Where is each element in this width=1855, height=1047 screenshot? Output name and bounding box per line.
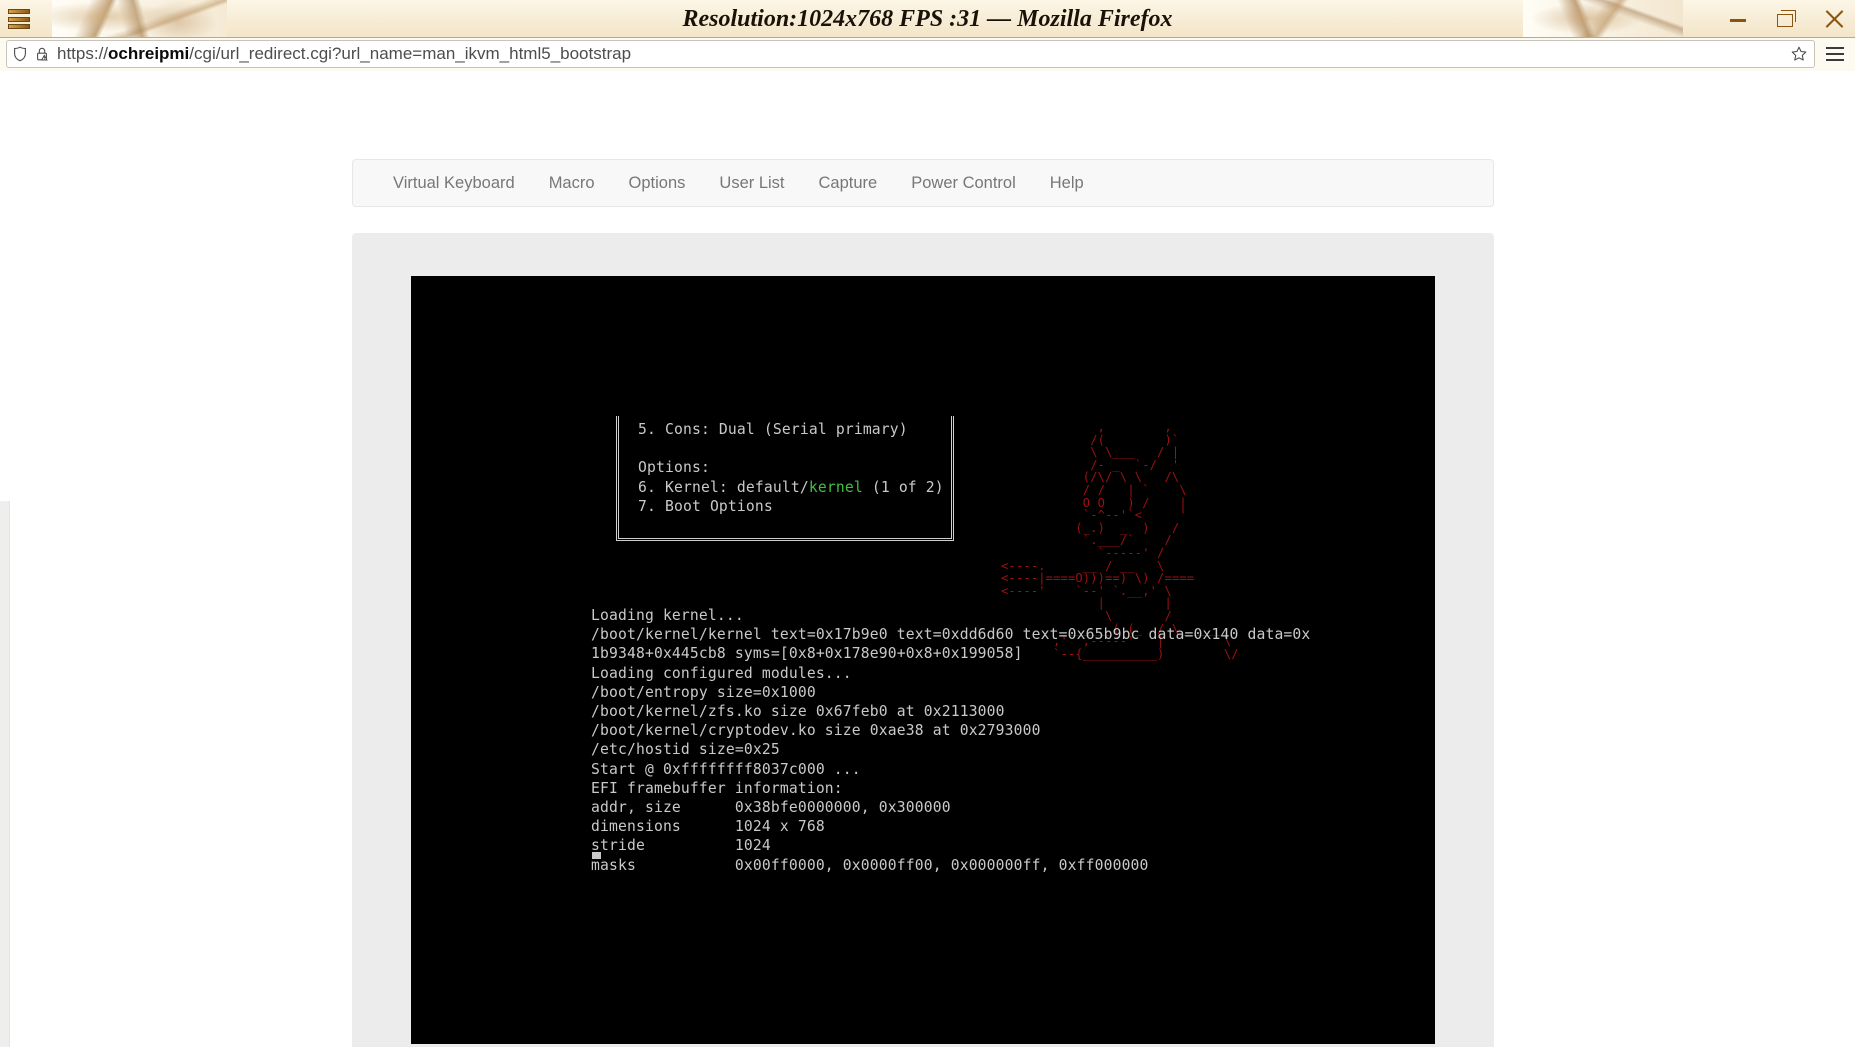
window-menu-icon[interactable]	[8, 9, 30, 29]
nav-help[interactable]: Help	[1033, 160, 1101, 206]
minimize-icon[interactable]	[1727, 8, 1749, 30]
terminal-cursor	[592, 852, 601, 859]
window-controls	[1727, 0, 1845, 38]
nav-user-list[interactable]: User List	[702, 160, 801, 206]
window-title: Resolution:1024x768 FPS :31 — Mozilla Fi…	[682, 6, 1173, 32]
boot-menu-line-options-header: Options:	[638, 459, 710, 477]
page-left-edge-strip	[0, 501, 10, 1047]
menu-item-virtual-keyboard[interactable]: Virtual Keyboard	[353, 160, 532, 206]
bookmark-star-icon[interactable]	[1790, 45, 1808, 63]
application-menu-icon[interactable]	[1821, 40, 1849, 68]
boot-menu-kernel-suffix: (1 of 2)	[862, 478, 944, 496]
ikvm-menu-list: Virtual Keyboard Macro Options User List…	[353, 160, 1101, 206]
menu-bar-3	[1826, 59, 1844, 61]
boot-log-text: Loading kernel... /boot/kernel/kernel te…	[591, 607, 1311, 874]
window-menu-bar-3	[8, 24, 30, 29]
nav-capture[interactable]: Capture	[802, 160, 895, 206]
page-content: Virtual Keyboard Macro Options User List…	[0, 71, 1855, 1047]
freebsd-boot-menu-box: 5. Cons: Dual (Serial primary) Options: …	[616, 416, 954, 541]
menu-item-help[interactable]: Help	[1033, 160, 1101, 206]
menu-item-options[interactable]: Options	[612, 160, 703, 206]
boot-menu-line-cons: 5. Cons: Dual (Serial primary)	[638, 421, 908, 438]
menu-bar-1	[1826, 47, 1844, 49]
url-text[interactable]: https://ochreipmi/cgi/url_redirect.cgi?u…	[57, 44, 1782, 64]
menu-item-user-list[interactable]: User List	[702, 160, 801, 206]
boot-menu-kernel-prefix: 6. Kernel: default/	[638, 478, 809, 496]
tracking-protection-shield-icon[interactable]	[13, 46, 27, 62]
kvm-console-screen[interactable]: 5. Cons: Dual (Serial primary) Options: …	[411, 276, 1435, 1044]
browser-toolbar: https://ochreipmi/cgi/url_redirect.cgi?u…	[0, 38, 1855, 71]
window-menu-bar-2	[8, 16, 30, 22]
menu-item-macro[interactable]: Macro	[532, 160, 612, 206]
nav-macro[interactable]: Macro	[532, 160, 612, 206]
close-icon[interactable]	[1823, 8, 1845, 30]
url-bar[interactable]: https://ochreipmi/cgi/url_redirect.cgi?u…	[6, 40, 1815, 68]
window-menu-bar-1	[8, 9, 30, 14]
window-titlebar: Resolution:1024x768 FPS :31 — Mozilla Fi…	[0, 0, 1855, 38]
nav-options[interactable]: Options	[612, 160, 703, 206]
boot-menu-line-blank	[638, 439, 951, 458]
menu-bar-2	[1826, 53, 1844, 55]
insecure-connection-lock-icon[interactable]	[35, 46, 49, 62]
nav-power-control[interactable]: Power Control	[894, 160, 1033, 206]
menu-item-capture[interactable]: Capture	[802, 160, 895, 206]
boot-menu-line-kernel: 6. Kernel: default/kernel (1 of 2)	[638, 478, 951, 497]
ikvm-menu-bar: Virtual Keyboard Macro Options User List…	[352, 159, 1494, 207]
restore-icon[interactable]	[1775, 8, 1797, 30]
boot-menu-line-boot-options: 7. Boot Options	[638, 497, 773, 515]
nav-virtual-keyboard[interactable]: Virtual Keyboard	[353, 160, 532, 206]
boot-menu-kernel-name: kernel	[808, 478, 863, 496]
menu-item-power-control[interactable]: Power Control	[894, 160, 1033, 206]
